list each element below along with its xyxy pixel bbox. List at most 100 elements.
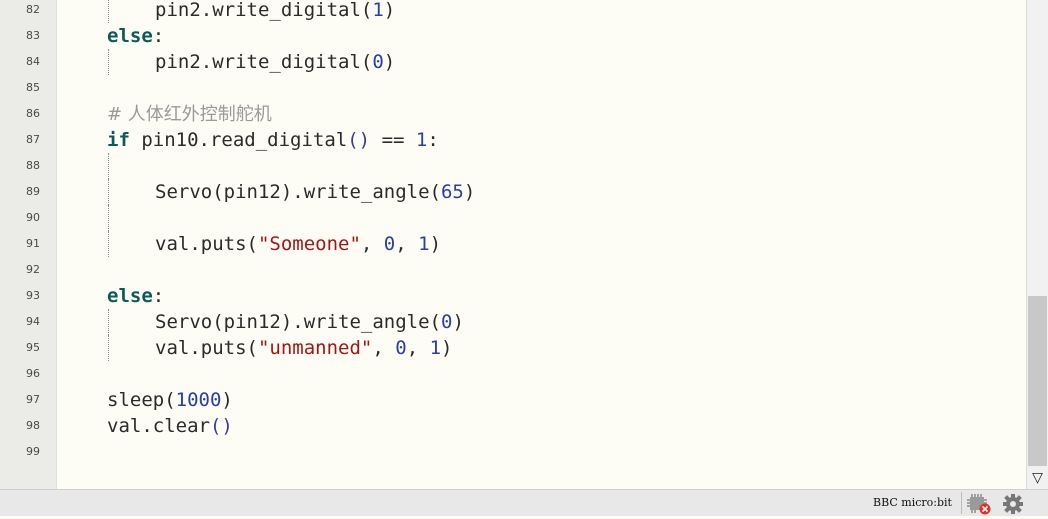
code-text[interactable]: sleep(1000): [107, 387, 233, 413]
line-number: 96: [26, 367, 40, 380]
code-token: pin2.write_digital(: [155, 0, 373, 21]
code-line[interactable]: 89 Servo(pin12).write_angle(65): [0, 179, 1026, 205]
scrollbar-thumb[interactable]: [1028, 296, 1047, 466]
scroll-down-arrow-icon[interactable]: ▽: [1027, 468, 1048, 488]
indent-guide: [108, 0, 109, 23]
code-token: (): [347, 129, 371, 151]
code-token: val.clear: [107, 415, 210, 437]
code-token: 0: [372, 51, 384, 73]
code-line[interactable]: 86 # 人体红外控制舵机: [0, 101, 1026, 127]
code-token: ): [221, 389, 233, 411]
code-line[interactable]: 92: [0, 257, 1026, 283]
code-token: val.puts(: [155, 337, 258, 359]
code-token: 1: [372, 0, 384, 21]
indent-guide: [108, 153, 109, 179]
code-token: ): [383, 51, 396, 73]
line-number: 87: [26, 133, 40, 146]
line-number: 85: [26, 81, 40, 94]
code-token: ): [441, 337, 453, 359]
code-line[interactable]: 85: [0, 75, 1026, 101]
code-token: 1: [429, 337, 442, 359]
vertical-scrollbar[interactable]: ▽: [1026, 0, 1048, 489]
line-number: 97: [26, 393, 40, 406]
indent-guide: [108, 49, 109, 75]
code-text[interactable]: val.puts("unmanned", 0, 1): [155, 335, 452, 361]
line-number: 90: [26, 211, 40, 224]
code-token: 1: [418, 233, 430, 255]
indent-guide: [108, 179, 109, 205]
code-line[interactable]: 94 Servo(pin12).write_angle(0): [0, 309, 1026, 335]
line-number: 83: [26, 29, 40, 42]
code-text[interactable]: pin2.write_digital(0): [155, 49, 395, 75]
line-number: 99: [26, 445, 40, 458]
code-token: else: [107, 25, 153, 47]
code-line[interactable]: 82 pin2.write_digital(1): [0, 0, 1026, 23]
code-token: ): [452, 311, 464, 333]
code-line[interactable]: 84 pin2.write_digital(0): [0, 49, 1026, 75]
code-token: Servo(pin12).write_angle(: [155, 181, 441, 203]
code-token: else: [107, 285, 153, 307]
board-label[interactable]: BBC micro:bit: [873, 496, 952, 509]
line-number: 89: [26, 185, 40, 198]
code-token: 0: [383, 233, 396, 255]
code-line[interactable]: 88: [0, 153, 1026, 179]
indent-guide: [108, 231, 109, 257]
code-token: val.puts(: [155, 233, 258, 255]
code-token: sleep(: [107, 389, 176, 411]
code-text[interactable]: else:: [107, 23, 164, 49]
code-line[interactable]: 91 val.puts("Someone", 0, 1): [0, 231, 1026, 257]
code-line[interactable]: 83 else:: [0, 23, 1026, 49]
code-token: ,: [372, 337, 396, 359]
code-token: pin2.write_digital(: [155, 51, 373, 73]
line-number: 92: [26, 263, 40, 276]
code-text[interactable]: if pin10.read_digital() == 1:: [107, 127, 439, 153]
code-line[interactable]: 95 val.puts("unmanned", 0, 1): [0, 335, 1026, 361]
code-token: "Someone": [257, 233, 361, 255]
status-bar: BBC micro:bit: [0, 489, 1048, 516]
code-line[interactable]: 96: [0, 361, 1026, 387]
code-token: ,: [360, 233, 384, 255]
code-lines[interactable]: 82 pin2.write_digital(1) 83 else: 84 pin2.wri…: [0, 0, 1026, 465]
code-text[interactable]: pin2.write_digital(1): [155, 0, 395, 23]
line-number: 82: [26, 3, 40, 16]
gear-icon[interactable]: [1000, 493, 1026, 515]
status-separator: [961, 492, 962, 514]
code-token: pin10.read_digital: [129, 129, 348, 151]
code-text[interactable]: val.puts("Someone", 0, 1): [155, 231, 441, 257]
line-number: 94: [26, 315, 40, 328]
code-text[interactable]: else:: [107, 283, 164, 309]
line-number: 93: [26, 289, 40, 302]
code-line[interactable]: 98 val.clear(): [0, 413, 1026, 439]
code-token: ): [463, 181, 476, 203]
code-token: 65: [440, 181, 464, 203]
code-line[interactable]: 97 sleep(1000): [0, 387, 1026, 413]
code-editor[interactable]: 82 pin2.write_digital(1) 83 else: 84 pin2.wri…: [0, 0, 1048, 489]
code-token: if: [107, 129, 130, 151]
code-line[interactable]: 99: [0, 439, 1026, 465]
indent-guide: [108, 309, 109, 335]
code-token: :: [427, 129, 439, 151]
code-token: ,: [395, 233, 419, 255]
code-line[interactable]: 87 if pin10.read_digital() == 1:: [0, 127, 1026, 153]
line-number: 84: [26, 55, 40, 68]
code-text[interactable]: Servo(pin12).write_angle(0): [155, 309, 464, 335]
line-number: 86: [26, 107, 40, 120]
indent-guide: [108, 335, 109, 361]
code-line[interactable]: 93 else:: [0, 283, 1026, 309]
device-disconnected-icon[interactable]: [966, 493, 992, 515]
code-text[interactable]: # 人体红外控制舵机: [107, 101, 272, 128]
code-line[interactable]: 90: [0, 205, 1026, 231]
line-number: 98: [26, 419, 40, 432]
code-token: 1: [415, 129, 428, 151]
code-token: # 人体红外控制舵机: [107, 104, 272, 125]
code-token: ,: [406, 337, 430, 359]
line-number: 88: [26, 159, 40, 172]
code-token: ==: [370, 129, 416, 151]
code-text[interactable]: val.clear(): [107, 413, 233, 439]
code-token: 0: [440, 311, 453, 333]
line-number: 91: [26, 237, 40, 250]
code-token: 1000: [175, 389, 222, 411]
code-text[interactable]: Servo(pin12).write_angle(65): [155, 179, 475, 205]
code-token: Servo(pin12).write_angle(: [155, 311, 441, 333]
indent-guide: [108, 205, 109, 231]
